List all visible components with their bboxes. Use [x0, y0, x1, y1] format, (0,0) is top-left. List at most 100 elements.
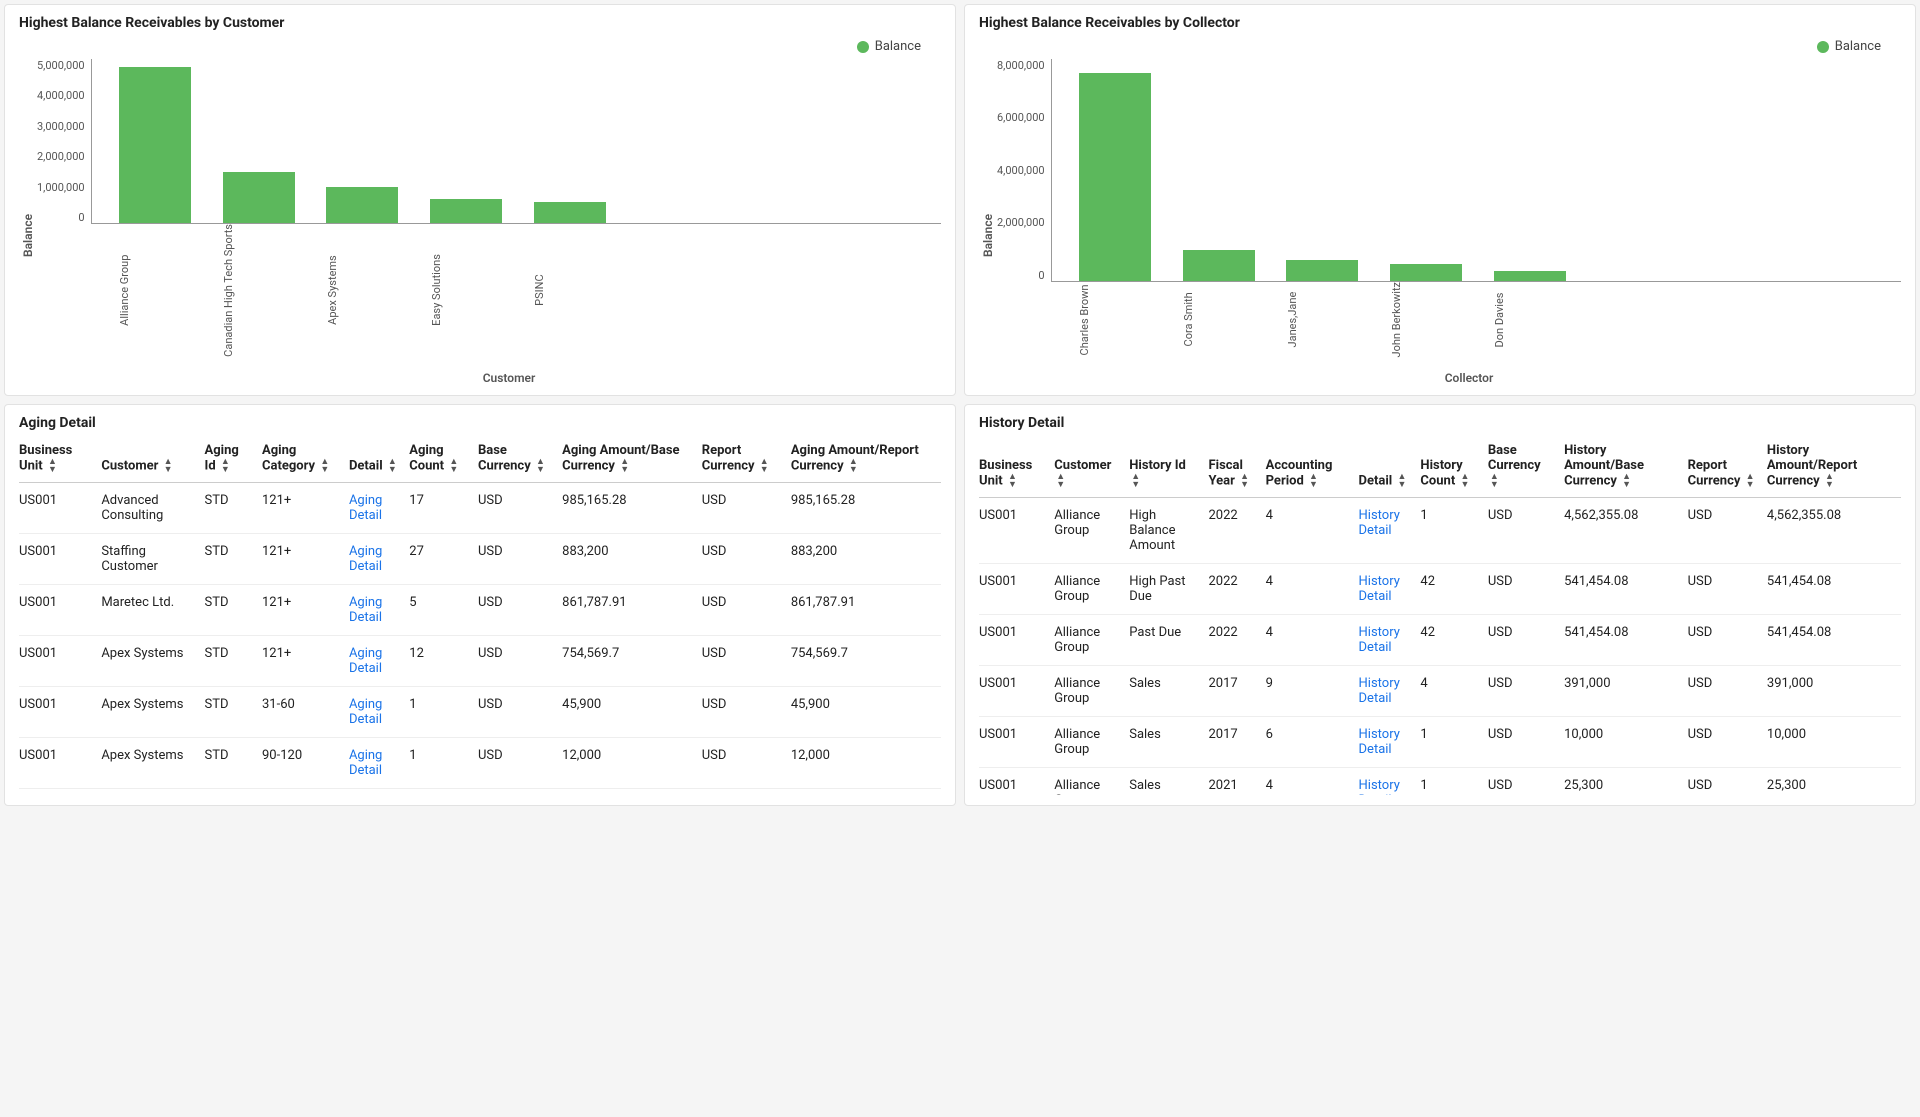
cell: Alliance Group — [1054, 666, 1129, 717]
cell: High Past Due — [1129, 564, 1208, 615]
cell: 1 — [1420, 717, 1487, 768]
cell: 2022 — [1209, 564, 1266, 615]
y-ticks: 8,000,0006,000,0004,000,0002,000,0000 — [997, 59, 1051, 282]
column-header[interactable]: Base Currency ▲▼ — [1488, 435, 1564, 498]
cell: 4 — [1266, 498, 1359, 564]
bar[interactable] — [430, 199, 502, 224]
column-header[interactable]: Accounting Period ▲▼ — [1266, 435, 1359, 498]
y-tick: 1,000,000 — [37, 181, 85, 194]
history-detail-link[interactable]: History Detail — [1359, 727, 1400, 757]
aging-detail-link[interactable]: Aging Detail — [349, 748, 382, 778]
column-header[interactable]: Detail ▲▼ — [1359, 435, 1421, 498]
cell: 2022 — [1209, 615, 1266, 666]
bar[interactable] — [223, 172, 295, 223]
cell: 1 — [409, 738, 478, 789]
column-header[interactable]: Base Currency ▲▼ — [478, 435, 562, 483]
bar[interactable] — [534, 202, 606, 223]
x-tick: Canadian High Tech Sports — [222, 224, 294, 363]
aging-detail-link[interactable]: Aging Detail — [349, 493, 382, 523]
cell: 121+ — [262, 789, 349, 796]
column-header[interactable]: Report Currency ▲▼ — [1688, 435, 1767, 498]
cell: History Detail — [1359, 717, 1421, 768]
column-header[interactable]: History Amount/Base Currency ▲▼ — [1564, 435, 1687, 498]
cell: Aging Detail — [349, 738, 409, 789]
cell: USD — [702, 534, 791, 585]
cell: USD — [1688, 498, 1767, 564]
cell: 4 — [1266, 615, 1359, 666]
x-ticks: Charles BrownCora SmithJanes,JaneJohn Be… — [1051, 282, 1901, 363]
cell: History Detail — [1359, 564, 1421, 615]
y-axis-label: Balance — [19, 35, 37, 385]
cell: Alliance Group — [1054, 768, 1129, 796]
cell: USD — [478, 738, 562, 789]
bar[interactable] — [119, 67, 191, 223]
cell: 10,000 — [1767, 717, 1901, 768]
history-detail-link[interactable]: History Detail — [1359, 778, 1400, 795]
y-tick: 3,000,000 — [37, 120, 85, 133]
aging-detail-link[interactable]: Aging Detail — [349, 646, 382, 676]
aging-detail-link[interactable]: Aging Detail — [349, 697, 382, 727]
cell: 121+ — [262, 534, 349, 585]
aging-detail-link[interactable]: Aging Detail — [349, 595, 382, 625]
history-detail-link[interactable]: History Detail — [1359, 508, 1400, 538]
y-tick: 5,000,000 — [37, 59, 85, 72]
column-header[interactable]: Aging Amount/Report Currency ▲▼ — [791, 435, 941, 483]
cell: History Detail — [1359, 666, 1421, 717]
y-ticks: 5,000,0004,000,0003,000,0002,000,0001,00… — [37, 59, 91, 224]
table-row: US001SouthEast WholesalerSTD121+Aging De… — [19, 789, 941, 796]
history-detail-link[interactable]: History Detail — [1359, 574, 1400, 604]
table-row: US001Alliance GroupSales20214History Det… — [979, 768, 1901, 796]
cell: Apex Systems — [101, 636, 204, 687]
column-header[interactable]: Aging Count ▲▼ — [409, 435, 478, 483]
cell: 1 — [1420, 768, 1487, 796]
bar[interactable] — [1183, 250, 1255, 280]
cell: Staffing Customer — [101, 534, 204, 585]
cell: 985,165.28 — [562, 483, 702, 534]
history-detail-link[interactable]: History Detail — [1359, 676, 1400, 706]
bar[interactable] — [326, 187, 398, 223]
column-header[interactable]: Customer ▲▼ — [101, 435, 204, 483]
column-header[interactable]: Detail ▲▼ — [349, 435, 409, 483]
column-header[interactable]: Report Currency ▲▼ — [702, 435, 791, 483]
x-axis-label: Customer — [77, 371, 941, 385]
aging-detail-link[interactable]: Aging Detail — [349, 544, 382, 574]
sort-icon: ▲▼ — [221, 458, 230, 474]
sort-icon: ▲▼ — [1746, 473, 1755, 489]
cell: US001 — [19, 534, 101, 585]
cell: Apex Systems — [101, 687, 204, 738]
cell: STD — [205, 687, 262, 738]
sort-icon: ▲▼ — [164, 458, 173, 474]
cell: 4 — [1266, 768, 1359, 796]
history-table-scroll[interactable]: Business Unit ▲▼Customer ▲▼History Id ▲▼… — [979, 435, 1901, 795]
cell: US001 — [19, 636, 101, 687]
bar[interactable] — [1390, 264, 1462, 281]
column-header[interactable]: Aging Category ▲▼ — [262, 435, 349, 483]
aging-table-scroll[interactable]: Business Unit ▲▼Customer ▲▼Aging Id ▲▼Ag… — [19, 435, 941, 795]
history-detail-link[interactable]: History Detail — [1359, 625, 1400, 655]
column-header[interactable]: Aging Id ▲▼ — [205, 435, 262, 483]
bar[interactable] — [1079, 73, 1151, 281]
x-tick: Cora Smith — [1182, 282, 1254, 363]
aging-detail-panel: Aging Detail Business Unit ▲▼Customer ▲▼… — [4, 404, 956, 806]
column-header[interactable]: History Id ▲▼ — [1129, 435, 1208, 498]
column-header[interactable]: Business Unit ▲▼ — [19, 435, 101, 483]
column-header[interactable]: History Count ▲▼ — [1420, 435, 1487, 498]
x-tick: Apex Systems — [326, 224, 398, 363]
column-header[interactable]: Business Unit ▲▼ — [979, 435, 1054, 498]
column-header[interactable]: Customer ▲▼ — [1054, 435, 1129, 498]
cell: USD — [478, 636, 562, 687]
sort-icon: ▲▼ — [849, 458, 858, 474]
cell: 5 — [409, 585, 478, 636]
cell: 4,562,355.08 — [1767, 498, 1901, 564]
cell: 6 — [1266, 717, 1359, 768]
cell: Aging Detail — [349, 483, 409, 534]
cell: USD — [1688, 768, 1767, 796]
column-header[interactable]: Fiscal Year ▲▼ — [1209, 435, 1266, 498]
cell: USD — [1488, 666, 1564, 717]
column-header[interactable]: History Amount/Report Currency ▲▼ — [1767, 435, 1901, 498]
y-tick: 2,000,000 — [997, 216, 1045, 229]
bar[interactable] — [1494, 271, 1566, 281]
bar[interactable] — [1286, 260, 1358, 281]
sort-icon: ▲▼ — [1240, 473, 1249, 489]
column-header[interactable]: Aging Amount/Base Currency ▲▼ — [562, 435, 702, 483]
